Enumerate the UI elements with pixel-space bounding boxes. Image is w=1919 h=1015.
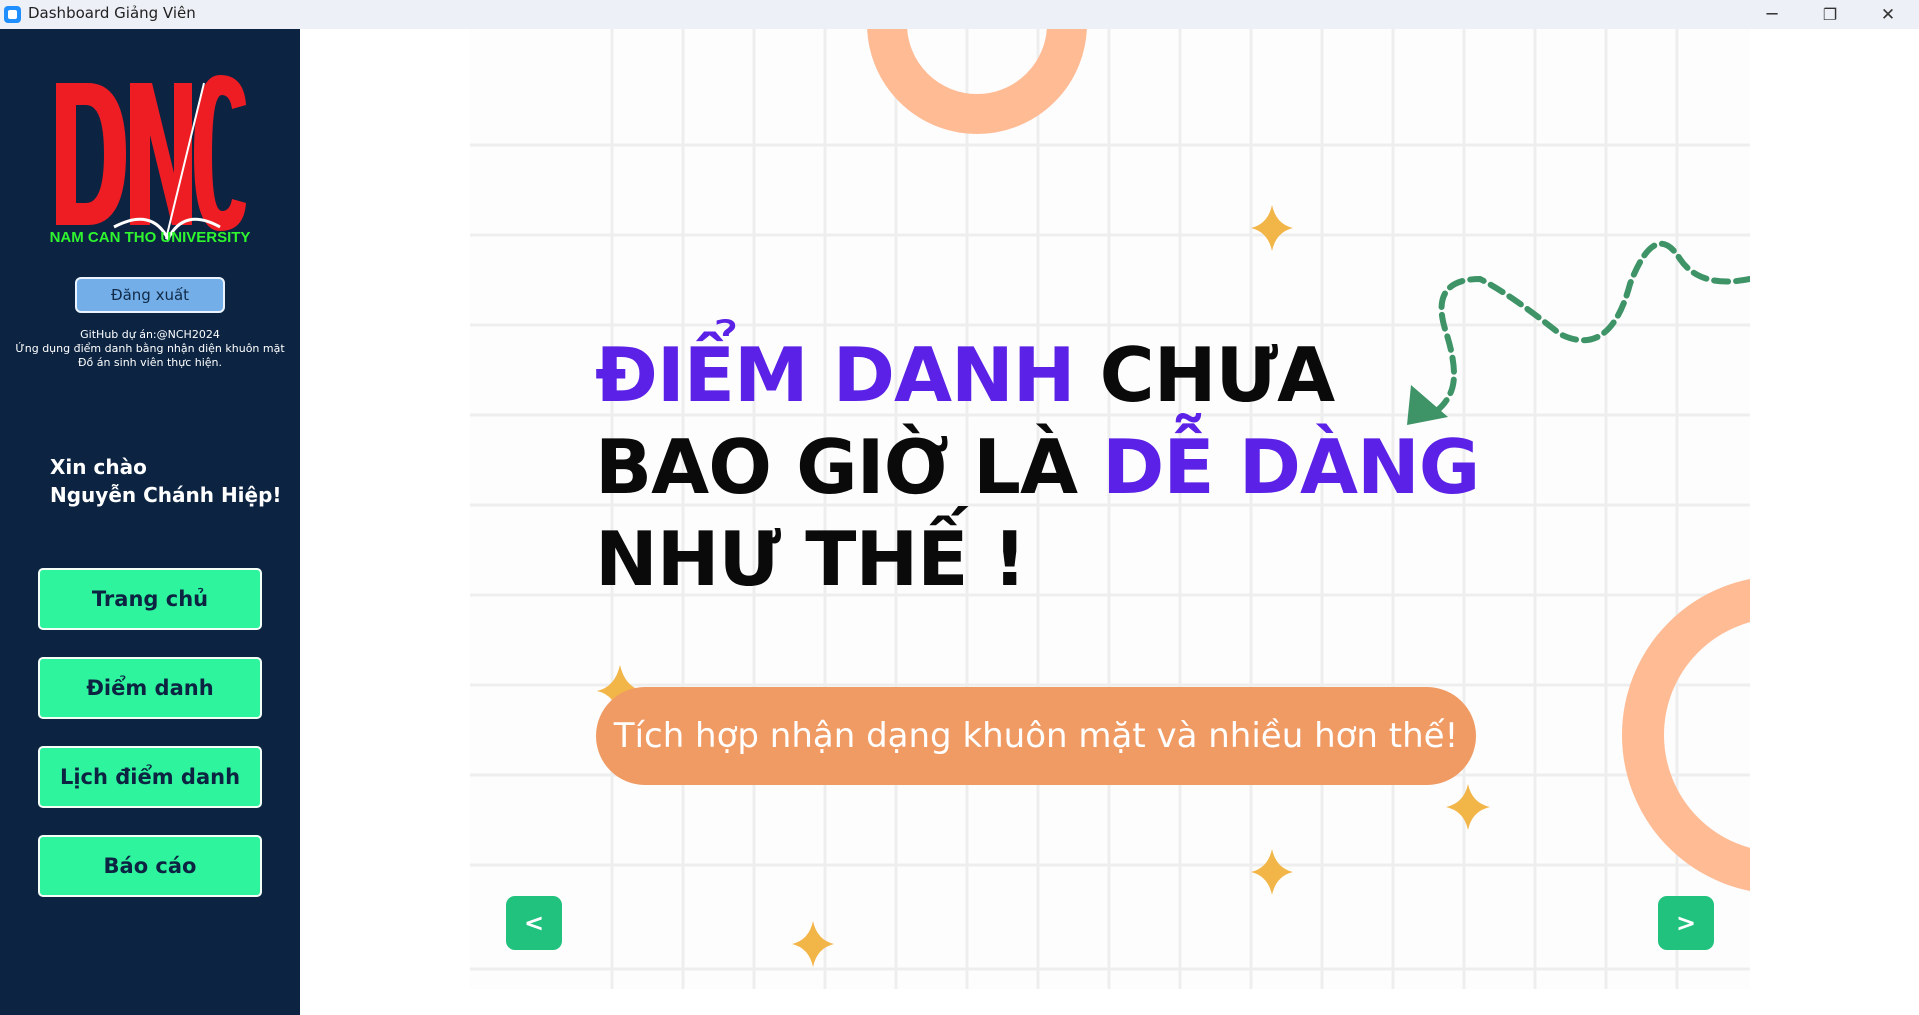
nav-attendance-schedule-button[interactable]: Lịch điểm danh	[38, 746, 262, 808]
nav-home-button[interactable]: Trang chủ	[38, 568, 262, 630]
logo-subtitle: NAM CAN THO UNIVERSITY	[50, 229, 251, 243]
headline-line1-rest: CHƯA	[1074, 331, 1336, 419]
headline-highlight-2: DỄ DÀNG	[1102, 423, 1480, 511]
slide-prev-button[interactable]: <	[506, 896, 562, 950]
info-project: Đồ án sinh viên thực hiện.	[77, 356, 223, 369]
window-titlebar: Dashboard Giảng Viên ─ ❐ ✕	[0, 0, 1919, 29]
decor-sparkle	[1251, 205, 1293, 251]
logout-button[interactable]: Đăng xuất	[75, 277, 225, 313]
sidebar: NAM CAN THO UNIVERSITY Đăng xuất GitHub …	[0, 29, 300, 1015]
nav-attendance-button[interactable]: Điểm danh	[38, 657, 262, 719]
info-github: GitHub dự án:@NCH2024	[80, 328, 220, 341]
info-app-desc: Ứng dụng điểm danh bằng nhận diện khuôn …	[15, 342, 285, 355]
slide-next-button[interactable]: >	[1658, 896, 1714, 950]
greeting-user-name: Nguyễn Chánh Hiệp!	[50, 483, 282, 507]
greeting-hello: Xin chào	[50, 455, 147, 479]
app-icon	[4, 6, 21, 23]
decor-sparkle	[792, 921, 834, 967]
decor-sparkle	[1446, 784, 1490, 830]
minimize-icon[interactable]: ─	[1743, 0, 1801, 29]
decor-sparkle	[1251, 849, 1293, 895]
greeting: Xin chào Nguyễn Chánh Hiệp!	[50, 453, 282, 509]
maximize-icon[interactable]: ❐	[1801, 0, 1859, 29]
headline-highlight-1: ĐIỂM DANH	[595, 331, 1076, 419]
banner-tagline: Tích hợp nhận dạng khuôn mặt và nhiều hơ…	[596, 687, 1476, 785]
main-content: ĐIỂM DANH CHƯA BAO GIỜ LÀ DỄ DÀNG NHƯ TH…	[300, 29, 1919, 1015]
banner-slide: ĐIỂM DANH CHƯA BAO GIỜ LÀ DỄ DÀNG NHƯ TH…	[470, 29, 1750, 989]
close-icon[interactable]: ✕	[1859, 0, 1917, 29]
university-logo: NAM CAN THO UNIVERSITY	[50, 75, 251, 243]
decor-ring-top	[867, 29, 1087, 134]
window-title: Dashboard Giảng Viên	[28, 4, 196, 22]
decor-ring-right	[1622, 579, 1750, 891]
project-info: GitHub dự án:@NCH2024 Ứng dụng điểm danh…	[0, 328, 300, 370]
nav-report-button[interactable]: Báo cáo	[38, 835, 262, 897]
headline-line2-start: BAO GIỜ LÀ	[595, 423, 1103, 511]
headline-line3: NHƯ THẾ !	[595, 515, 1027, 603]
banner-headline: ĐIỂM DANH CHƯA BAO GIỜ LÀ DỄ DÀNG NHƯ TH…	[595, 329, 1480, 605]
